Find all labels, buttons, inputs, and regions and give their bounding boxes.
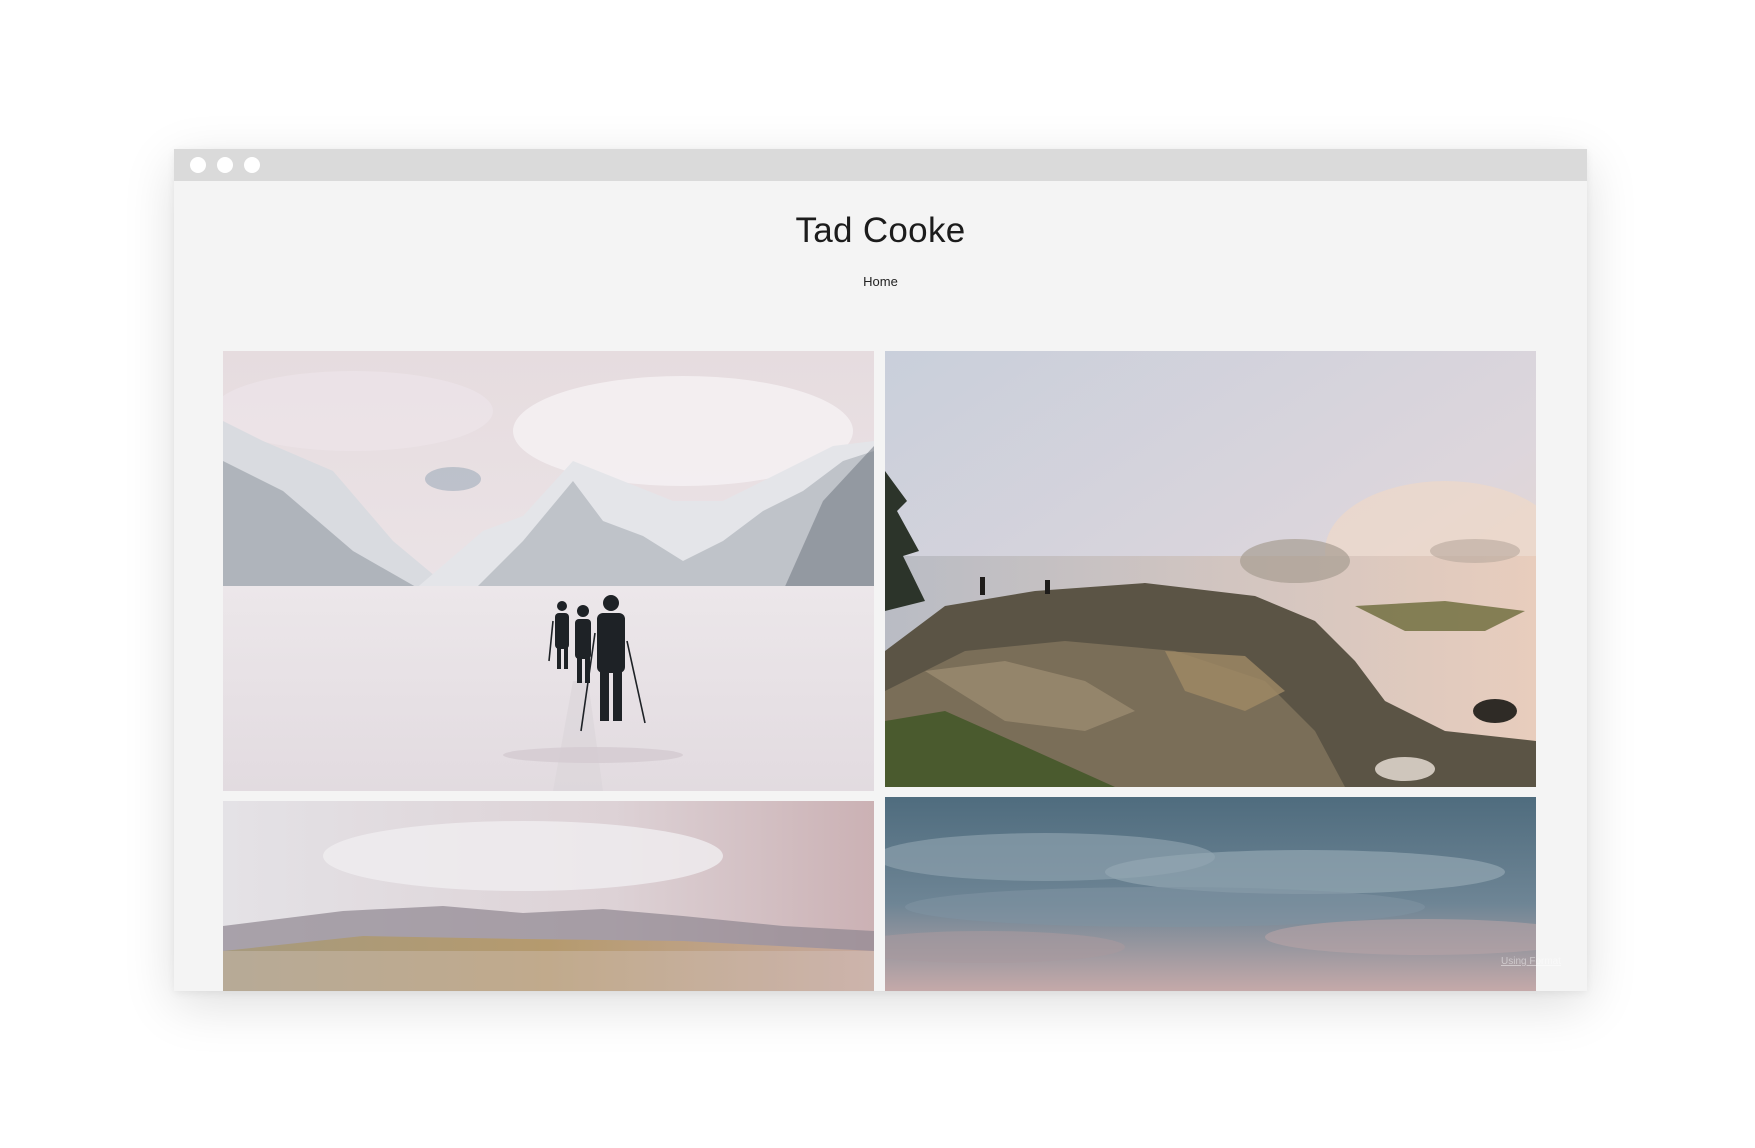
- nav-home-link[interactable]: Home: [863, 274, 898, 289]
- window-dot-minimize-icon[interactable]: [217, 157, 233, 173]
- photo-snow-hikers[interactable]: [223, 351, 874, 791]
- photo-cloudy-sky[interactable]: [885, 797, 1536, 991]
- rocky-coast-image: [885, 351, 1536, 787]
- cloudy-sky-image: [885, 797, 1536, 991]
- photo-rocky-coast[interactable]: [885, 351, 1536, 787]
- browser-window: Tad Cooke Home Using Format: [174, 149, 1587, 991]
- nav: Home: [174, 274, 1587, 289]
- credit-link[interactable]: Using Format: [1501, 956, 1561, 967]
- photo-misty-hills[interactable]: [223, 801, 874, 991]
- snow-hikers-image: [223, 351, 874, 791]
- window-dot-close-icon[interactable]: [190, 157, 206, 173]
- misty-hills-image: [223, 801, 874, 991]
- browser-titlebar: [174, 149, 1587, 181]
- window-dot-maximize-icon[interactable]: [244, 157, 260, 173]
- site-title[interactable]: Tad Cooke: [174, 211, 1587, 251]
